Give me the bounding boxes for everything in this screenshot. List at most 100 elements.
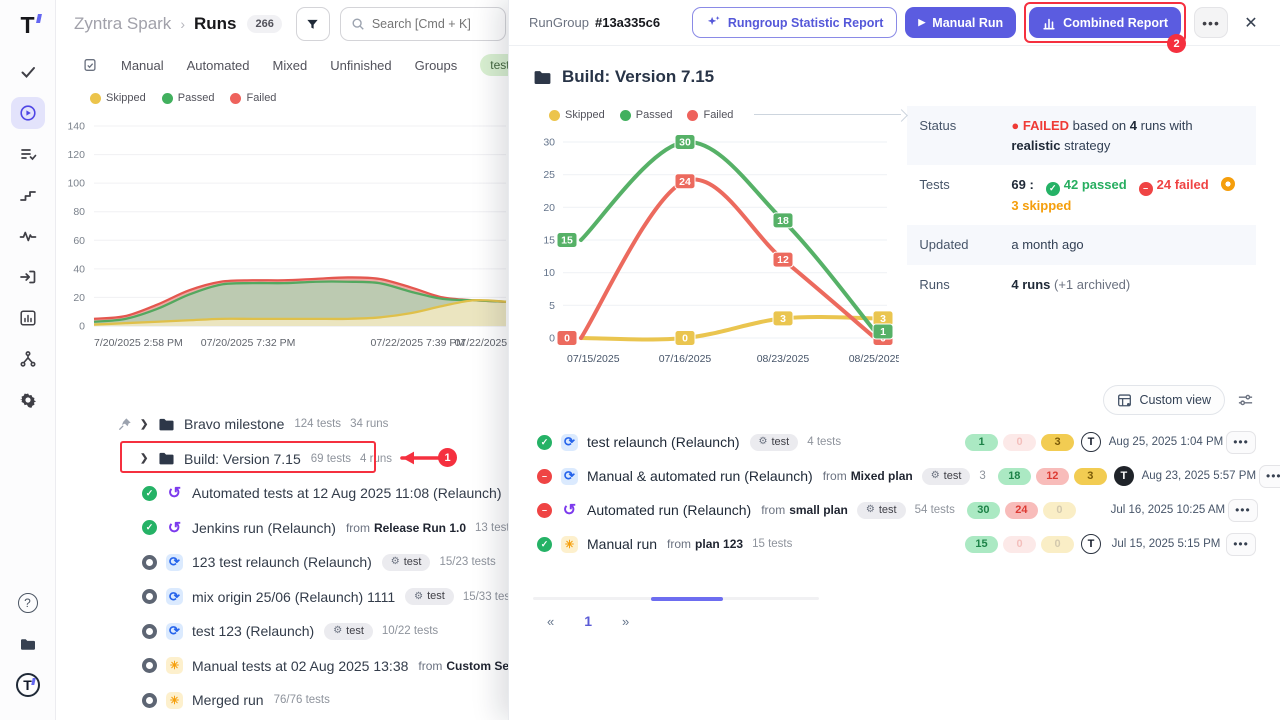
svg-text:07/20/2025 7:32 PM: 07/20/2025 7:32 PM bbox=[201, 337, 296, 349]
more-actions-button[interactable]: ••• bbox=[1194, 7, 1228, 38]
tab-manual[interactable]: Manual bbox=[121, 58, 164, 73]
svg-text:20: 20 bbox=[73, 292, 85, 304]
search-icon bbox=[351, 17, 365, 31]
manual-run-button[interactable]: ▶ Manual Run bbox=[905, 7, 1016, 38]
result-badges: 18123 bbox=[995, 468, 1107, 485]
sidebar-item-steps[interactable] bbox=[11, 179, 45, 211]
passed-status-icon: ✓ bbox=[142, 520, 157, 535]
sidebar-item-projects[interactable] bbox=[11, 628, 45, 660]
run-title: Bravo milestone bbox=[184, 416, 284, 432]
failed-status-icon: – bbox=[537, 469, 552, 484]
filter-sliders-icon[interactable] bbox=[1237, 392, 1254, 408]
row-more-button[interactable]: ••• bbox=[1259, 465, 1280, 488]
sidebar-nav bbox=[11, 56, 45, 425]
count-badge: 3 bbox=[1074, 468, 1107, 485]
rungroup-runs-list: ✓⟳test relaunch (Relaunch)⚙test4 tests10… bbox=[533, 425, 1256, 561]
details-text: realistic bbox=[1011, 138, 1060, 153]
details-text: based on bbox=[1069, 118, 1130, 133]
sidebar-item-pulse[interactable] bbox=[11, 220, 45, 252]
tab-automated[interactable]: Automated bbox=[187, 58, 250, 73]
breadcrumb-section[interactable]: Runs bbox=[194, 14, 237, 34]
run-row[interactable]: ✓⟳test relaunch (Relaunch)⚙test4 tests10… bbox=[533, 425, 1256, 459]
profile-logo-icon: T bbox=[16, 673, 40, 697]
legend-dot-icon bbox=[549, 110, 560, 121]
legend-skipped[interactable]: Skipped bbox=[90, 92, 146, 104]
run-meta: 124 tests bbox=[294, 418, 341, 430]
result-badges: 1500 bbox=[962, 536, 1074, 553]
pagination-page-1[interactable]: 1 bbox=[584, 613, 592, 629]
svg-text:0: 0 bbox=[564, 333, 570, 345]
drawer-close-icon[interactable]: ✕ bbox=[1236, 8, 1266, 38]
legend-passed[interactable]: Passed bbox=[162, 92, 215, 104]
pagination-thumb[interactable] bbox=[651, 597, 723, 601]
tasks-icon bbox=[19, 63, 37, 81]
run-row[interactable]: –↺Automated run (Relaunch)fromsmall plan… bbox=[533, 493, 1256, 527]
neutral-status-icon bbox=[142, 624, 157, 639]
svg-text:18: 18 bbox=[777, 215, 789, 227]
details-label: Updated bbox=[919, 235, 1011, 255]
funnel-icon bbox=[305, 17, 320, 32]
run-timestamp: Jul 15, 2025 5:15 PM bbox=[1108, 537, 1224, 551]
sidebar-item-runs[interactable] bbox=[11, 97, 45, 129]
details-text: 42 passed bbox=[1064, 177, 1127, 192]
run-row[interactable]: –⟳Manual & automated run (Relaunch)fromM… bbox=[533, 459, 1256, 493]
timeline-arrow-icon bbox=[754, 108, 907, 122]
count-badge: 0 bbox=[1003, 536, 1036, 553]
breadcrumb-separator: › bbox=[180, 16, 185, 32]
gear-icon: ⚙ bbox=[333, 625, 342, 636]
search-input[interactable] bbox=[372, 17, 495, 31]
svg-text:12: 12 bbox=[777, 254, 789, 266]
run-meta: 34 runs bbox=[350, 418, 388, 430]
svg-text:100: 100 bbox=[67, 178, 85, 190]
gear-icon: ⚙ bbox=[391, 556, 400, 567]
gear-icon: ⚙ bbox=[866, 504, 875, 515]
details-row: Tests69 :✓42 passed–24 failed3 skipped bbox=[907, 165, 1256, 225]
sidebar-item-profile[interactable]: T bbox=[11, 669, 45, 701]
run-timestamp: Aug 25, 2025 1:04 PM bbox=[1108, 435, 1224, 449]
details-text: 3 skipped bbox=[1011, 198, 1071, 213]
annotation-step-badge-1: 1 bbox=[438, 448, 457, 467]
sidebar-item-import[interactable] bbox=[11, 261, 45, 293]
folder-icon bbox=[158, 417, 175, 432]
gear-icon: ⚙ bbox=[759, 436, 768, 447]
legend-failed[interactable]: Failed bbox=[230, 92, 276, 104]
row-more-button[interactable]: ••• bbox=[1226, 431, 1256, 454]
pagination-track[interactable] bbox=[533, 597, 819, 600]
pagination-next-icon[interactable]: » bbox=[622, 614, 629, 629]
chevron-right-icon[interactable]: ❯ bbox=[140, 453, 158, 464]
svg-text:60: 60 bbox=[73, 235, 85, 247]
pagination-prev-icon[interactable]: « bbox=[547, 614, 554, 629]
legend-skipped[interactable]: Skipped bbox=[549, 109, 605, 121]
tab-mixed[interactable]: Mixed bbox=[273, 58, 308, 73]
sidebar-item-branches[interactable] bbox=[11, 343, 45, 375]
row-more-button[interactable]: ••• bbox=[1228, 499, 1258, 522]
sidebar-item-help[interactable]: ? bbox=[11, 587, 45, 619]
legend-failed[interactable]: Failed bbox=[687, 109, 733, 121]
filter-button[interactable] bbox=[296, 7, 330, 41]
manual-run-icon: ✳ bbox=[166, 692, 183, 709]
details-text: runs with bbox=[1137, 118, 1193, 133]
combined-report-button[interactable]: Combined Report bbox=[1029, 7, 1181, 38]
sidebar-item-settings[interactable] bbox=[11, 384, 45, 416]
legend-passed[interactable]: Passed bbox=[620, 109, 673, 121]
breadcrumb-project[interactable]: Zyntra Spark bbox=[74, 14, 171, 34]
svg-text:08/23/2025: 08/23/2025 bbox=[757, 353, 810, 365]
tab-groups[interactable]: Groups bbox=[415, 58, 458, 73]
sidebar-item-suites[interactable] bbox=[11, 138, 45, 170]
sidebar-item-tasks[interactable] bbox=[11, 56, 45, 88]
count-badge: 3 bbox=[1041, 434, 1074, 451]
select-runs-icon[interactable] bbox=[82, 57, 98, 73]
details-text: (+1 archived) bbox=[1050, 277, 1130, 292]
svg-text:80: 80 bbox=[73, 206, 85, 218]
search-box[interactable] bbox=[340, 7, 506, 41]
legend-label: Passed bbox=[178, 92, 215, 104]
sidebar-item-analytics[interactable] bbox=[11, 302, 45, 334]
row-more-button[interactable]: ••• bbox=[1226, 533, 1256, 556]
details-value: a month ago bbox=[1011, 235, 1083, 255]
run-row[interactable]: ✓✳Manual runfromplan 12315 tests1500TJul… bbox=[533, 527, 1256, 561]
rungroup-statistic-report-button[interactable]: Rungroup Statistic Report bbox=[692, 7, 898, 38]
custom-view-button[interactable]: Custom view bbox=[1103, 385, 1225, 415]
tab-unfinished[interactable]: Unfinished bbox=[330, 58, 391, 73]
svg-text:0: 0 bbox=[682, 333, 688, 345]
chevron-right-icon[interactable]: ❯ bbox=[140, 419, 158, 430]
